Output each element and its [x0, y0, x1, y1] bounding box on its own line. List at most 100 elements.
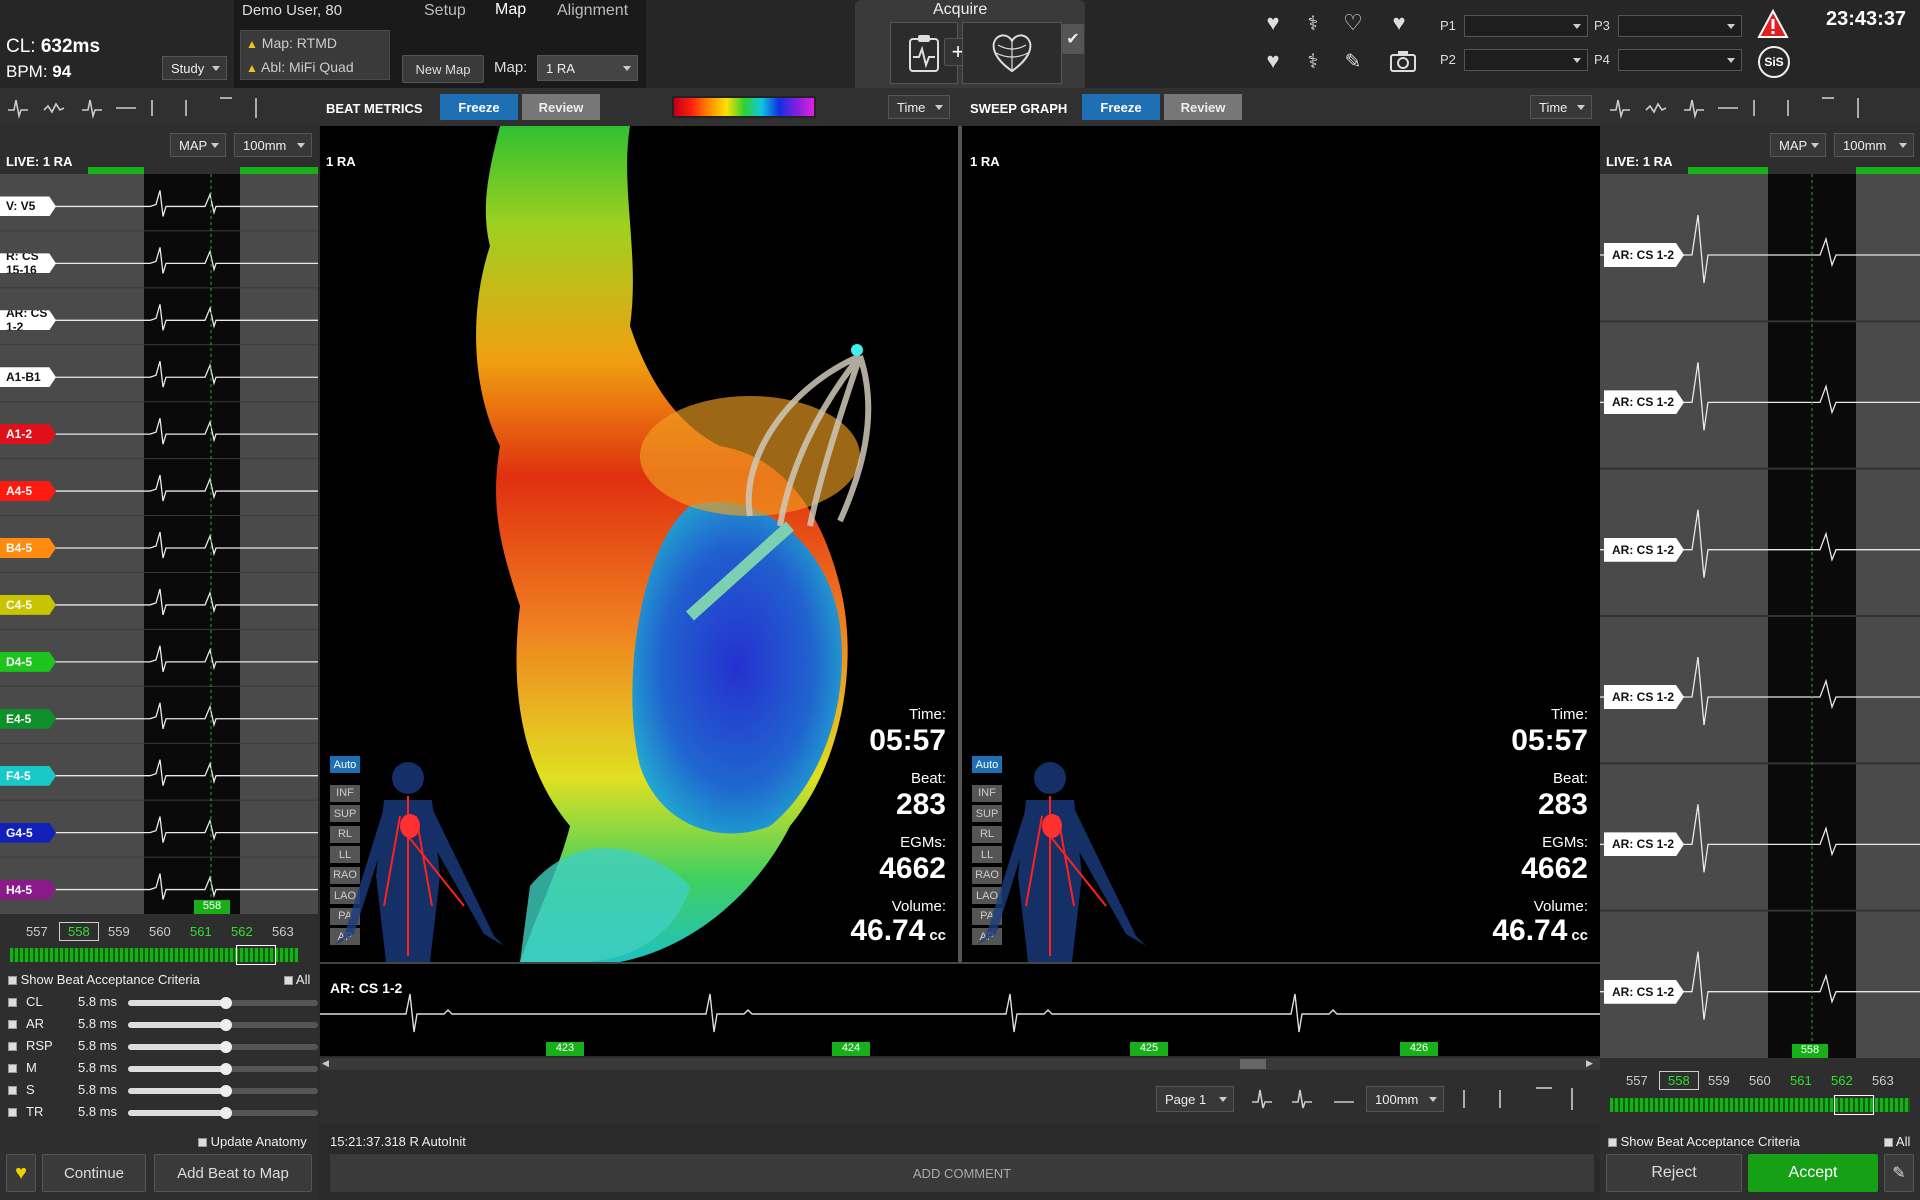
- strip-scroll-right-icon[interactable]: ▶: [1586, 1058, 1593, 1069]
- right-beat-cursor[interactable]: [1834, 1095, 1874, 1115]
- sweep-review-button[interactable]: Review: [1164, 94, 1242, 120]
- channel-label[interactable]: AR: CS 1-2: [1604, 979, 1684, 1004]
- channel-label[interactable]: H4-5: [0, 879, 56, 900]
- acquire-confirm-button[interactable]: ✔: [1062, 24, 1084, 54]
- right-all-checkbox[interactable]: [1884, 1138, 1893, 1148]
- ablation-icon[interactable]: ✎: [1338, 46, 1368, 76]
- left-beat-cursor[interactable]: [236, 945, 276, 965]
- p1-dropdown[interactable]: [1464, 15, 1588, 37]
- beat-number[interactable]: 560: [1749, 1073, 1771, 1088]
- criteria-checkbox[interactable]: [8, 1042, 17, 1052]
- channel-label[interactable]: AR: CS 1-2: [1604, 685, 1684, 710]
- criteria-slider[interactable]: [128, 1019, 318, 1031]
- criteria-slider-knob[interactable]: [220, 1063, 232, 1075]
- new-map-button[interactable]: New Map: [402, 55, 484, 83]
- right-show-criteria[interactable]: Show Beat Acceptance Criteria: [1608, 1134, 1800, 1149]
- heart-refresh-icon[interactable]: ♥: [1384, 8, 1414, 38]
- criteria-checkbox[interactable]: [8, 1020, 17, 1030]
- tab-setup[interactable]: Setup: [424, 2, 466, 20]
- p4-dropdown[interactable]: [1618, 49, 1742, 71]
- heart-chat-icon[interactable]: ♥: [1258, 8, 1288, 38]
- criteria-slider[interactable]: [128, 1107, 318, 1119]
- left-speed-dropdown[interactable]: 100mm: [234, 133, 312, 157]
- channel-label[interactable]: V: V5: [0, 196, 56, 217]
- criteria-slider[interactable]: [128, 1041, 318, 1053]
- beat-number[interactable]: 557: [26, 924, 48, 939]
- criteria-slider-knob[interactable]: [220, 1085, 232, 1097]
- catheter-tool-icon[interactable]: ⚕: [1298, 46, 1328, 76]
- p2-dropdown[interactable]: [1464, 49, 1588, 71]
- criteria-slider[interactable]: [128, 1085, 318, 1097]
- beat-number[interactable]: 557: [1626, 1073, 1648, 1088]
- channel-label[interactable]: AR: CS 1-2: [0, 310, 56, 331]
- heart-check-icon[interactable]: ♥: [1258, 46, 1288, 76]
- beat-number[interactable]: 561: [190, 924, 212, 939]
- tab-alignment[interactable]: Alignment: [557, 2, 628, 20]
- page-dropdown[interactable]: Page 1: [1156, 1086, 1234, 1112]
- reject-button[interactable]: Reject: [1606, 1154, 1742, 1192]
- criteria-checkbox[interactable]: [8, 1064, 17, 1074]
- beat-metrics-time-dropdown[interactable]: Time: [888, 95, 950, 119]
- channel-label[interactable]: F4-5: [0, 765, 56, 786]
- criteria-slider[interactable]: [128, 1063, 318, 1075]
- update-anatomy-checkbox[interactable]: [198, 1138, 207, 1148]
- study-dropdown[interactable]: Study: [162, 56, 227, 80]
- camera-icon[interactable]: [1388, 46, 1418, 76]
- color-scale-bar[interactable]: [672, 96, 816, 118]
- beat-number[interactable]: 563: [272, 924, 294, 939]
- criteria-checkbox[interactable]: [8, 1086, 17, 1096]
- beat-number[interactable]: 558: [1659, 1071, 1699, 1090]
- channel-label[interactable]: D4-5: [0, 651, 56, 672]
- sweep-time-dropdown[interactable]: Time: [1530, 95, 1592, 119]
- continue-button[interactable]: Continue: [42, 1154, 146, 1192]
- channel-label[interactable]: C4-5: [0, 594, 56, 615]
- strip-scrollbar[interactable]: [320, 1058, 1600, 1070]
- show-criteria-checkbox[interactable]: [8, 976, 17, 986]
- catheter-icon[interactable]: ⚕: [1298, 8, 1328, 38]
- right-show-criteria-checkbox[interactable]: [1608, 1138, 1617, 1148]
- channel-label[interactable]: A1-2: [0, 424, 56, 445]
- channel-label[interactable]: A1-B1: [0, 367, 56, 388]
- channel-label[interactable]: R: CS 15-16: [0, 253, 56, 274]
- channel-label[interactable]: AR: CS 1-2: [1604, 832, 1684, 857]
- criteria-slider[interactable]: [128, 997, 318, 1009]
- left-all[interactable]: All: [284, 972, 310, 987]
- beat-number[interactable]: 560: [149, 924, 171, 939]
- criteria-slider-knob[interactable]: [220, 1019, 232, 1031]
- channel-label[interactable]: A4-5: [0, 481, 56, 502]
- alert-icon[interactable]: [1756, 8, 1790, 40]
- beat-number[interactable]: 563: [1872, 1073, 1894, 1088]
- tab-map[interactable]: Map: [495, 1, 526, 19]
- accept-button[interactable]: Accept: [1748, 1154, 1878, 1192]
- report-button[interactable]: ✎: [1884, 1154, 1914, 1192]
- strip-speed-dropdown[interactable]: 100mm: [1366, 1086, 1444, 1112]
- p3-dropdown[interactable]: [1618, 15, 1742, 37]
- criteria-slider-knob[interactable]: [220, 997, 232, 1009]
- add-comment-field[interactable]: ADD COMMENT: [330, 1154, 1594, 1192]
- strip-scroll-thumb[interactable]: [1240, 1059, 1266, 1069]
- beat-number[interactable]: 559: [1708, 1073, 1730, 1088]
- beat-metrics-review-button[interactable]: Review: [522, 94, 600, 120]
- add-beat-button[interactable]: Add Beat to Map: [154, 1154, 312, 1192]
- beat-number[interactable]: 559: [108, 924, 130, 939]
- beat-number[interactable]: 558: [59, 922, 99, 941]
- beat-number[interactable]: 561: [1790, 1073, 1812, 1088]
- all-checkbox[interactable]: [284, 976, 293, 986]
- criteria-checkbox[interactable]: [8, 998, 17, 1008]
- right-map-dropdown[interactable]: MAP: [1770, 133, 1826, 157]
- strip-scroll-left-icon[interactable]: ◀: [322, 1058, 329, 1069]
- beat-number[interactable]: 562: [1831, 1073, 1853, 1088]
- map-select[interactable]: 1 RA: [537, 55, 638, 81]
- heart-status-button[interactable]: ♥: [6, 1154, 36, 1192]
- criteria-slider-knob[interactable]: [220, 1041, 232, 1053]
- acquire-heart-button[interactable]: [962, 22, 1062, 84]
- criteria-checkbox[interactable]: [8, 1108, 17, 1118]
- heart-pulse-icon[interactable]: ♡: [1338, 8, 1368, 38]
- channel-label[interactable]: AR: CS 1-2: [1604, 390, 1684, 415]
- left-show-criteria[interactable]: Show Beat Acceptance Criteria: [8, 972, 200, 987]
- sweep-freeze-button[interactable]: Freeze: [1082, 94, 1160, 120]
- beat-metrics-freeze-button[interactable]: Freeze: [440, 94, 518, 120]
- channel-label[interactable]: E4-5: [0, 708, 56, 729]
- beat-number[interactable]: 562: [231, 924, 253, 939]
- criteria-slider-knob[interactable]: [220, 1107, 232, 1119]
